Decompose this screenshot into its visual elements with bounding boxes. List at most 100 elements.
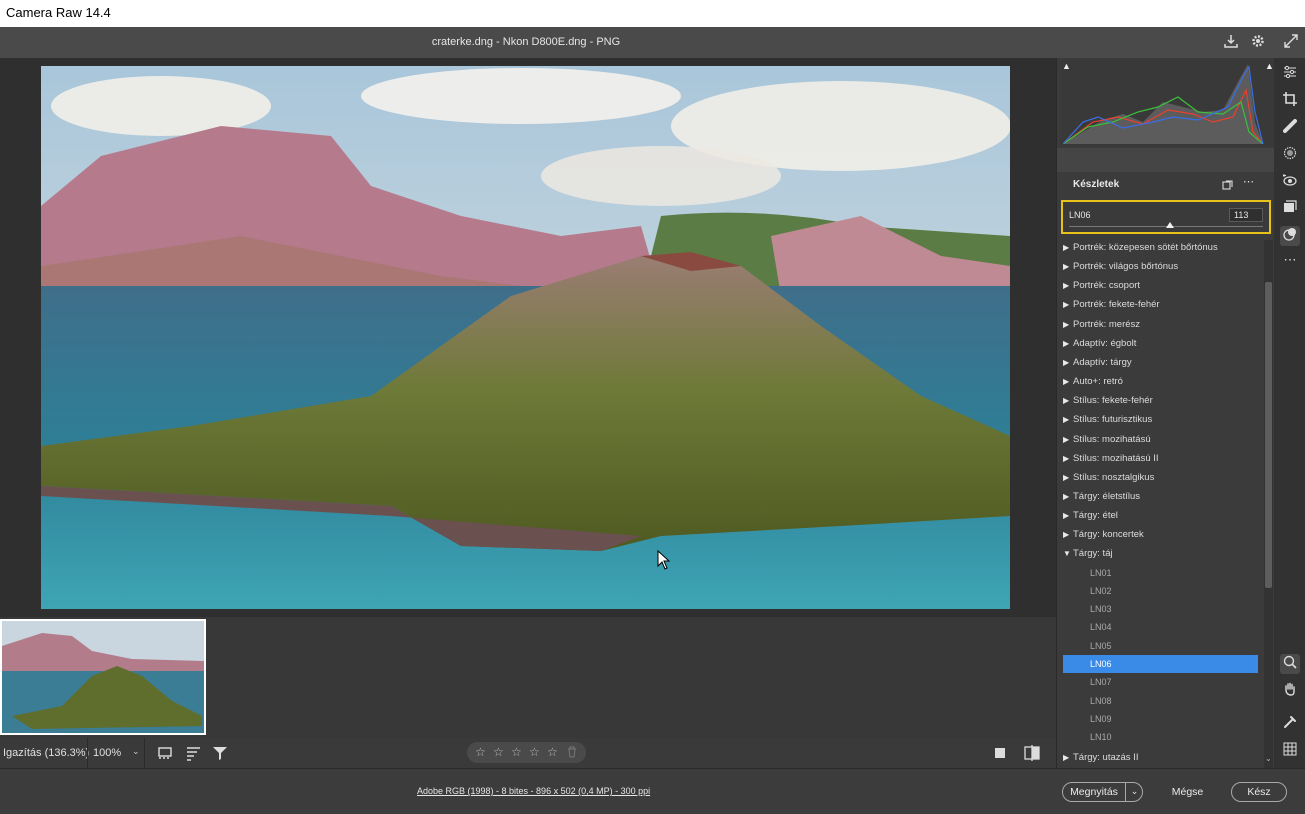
triangle-right-icon[interactable]: ▶ <box>1063 525 1073 544</box>
preset-group-item[interactable]: ▶ Stílus: mozihatású <box>1063 430 1259 449</box>
preset-group-item[interactable]: ▶ Adaptív: égbolt <box>1063 334 1259 353</box>
cancel-button[interactable]: Mégse <box>1160 786 1215 798</box>
edit-sliders-icon[interactable] <box>1280 64 1300 84</box>
crop-icon[interactable] <box>1280 91 1300 111</box>
preset-group-label: Stílus: futurisztikus <box>1073 414 1153 426</box>
preset-group-item[interactable]: ▶ Portrék: világos bőrtónus <box>1063 257 1259 276</box>
save-icon[interactable] <box>1222 33 1240 51</box>
filter-icon[interactable] <box>212 745 228 764</box>
preset-group-label: Stílus: nosztalgikus <box>1073 471 1155 483</box>
triangle-right-icon[interactable]: ▶ <box>1063 410 1073 429</box>
preset-item[interactable]: LN01 <box>1063 564 1258 582</box>
preset-group-item[interactable]: ▶ Portrék: közepesen sötét bőrtónus <box>1063 238 1259 257</box>
preset-group-item[interactable]: ▶ Stílus: mozihatású II <box>1063 449 1259 468</box>
heal-icon[interactable] <box>1280 118 1300 138</box>
preset-item[interactable]: LN03 <box>1063 600 1258 618</box>
triangle-right-icon[interactable]: ▶ <box>1063 372 1073 391</box>
zoom-select[interactable]: 100% <box>93 747 121 759</box>
rating-star-3[interactable]: ☆ <box>511 745 522 759</box>
zoom-icon[interactable] <box>1280 654 1300 674</box>
triangle-right-icon[interactable]: ▶ <box>1063 353 1073 372</box>
color-sampler-icon[interactable] <box>1280 714 1300 734</box>
triangle-right-icon[interactable]: ▶ <box>1063 257 1073 276</box>
triangle-right-icon[interactable]: ▶ <box>1063 430 1073 449</box>
triangle-right-icon[interactable]: ▶ <box>1063 506 1073 525</box>
rating-star-1[interactable]: ☆ <box>475 745 486 759</box>
triangle-right-icon[interactable]: ▶ <box>1063 315 1073 334</box>
triangle-right-icon[interactable]: ▶ <box>1063 276 1073 295</box>
preset-group-item[interactable]: ▶ Auto+: retró <box>1063 372 1259 391</box>
workflow-options-link[interactable]: Adobe RGB (1998) - 8 bites - 896 x 502 (… <box>417 786 650 796</box>
preset-group-item[interactable]: ▶ Stílus: futurisztikus <box>1063 410 1259 429</box>
scrollbar-thumb[interactable] <box>1265 282 1272 588</box>
photo-preview[interactable] <box>41 66 1010 609</box>
rating-star-4[interactable]: ☆ <box>529 745 540 759</box>
preset-item[interactable]: LN06 <box>1063 655 1258 674</box>
done-button[interactable]: Kész <box>1231 782 1287 802</box>
preset-item[interactable]: LN10 <box>1063 728 1258 746</box>
grid-icon[interactable] <box>1280 741 1300 761</box>
preset-item[interactable]: LN05 <box>1063 637 1258 655</box>
preset-group-item[interactable]: ▶ Tárgy: életstílus <box>1063 487 1259 506</box>
hand-icon[interactable] <box>1280 681 1300 701</box>
single-view-icon[interactable] <box>993 746 1007 763</box>
triangle-right-icon[interactable]: ▶ <box>1063 295 1073 314</box>
snapshots-icon[interactable] <box>1280 199 1300 219</box>
triangle-right-icon[interactable]: ▶ <box>1063 391 1073 410</box>
preset-group-item[interactable]: ▼ Tárgy: táj <box>1063 544 1259 563</box>
chevron-down-icon[interactable]: ⌄ <box>1126 782 1143 800</box>
amount-slider-thumb[interactable] <box>1165 222 1174 228</box>
preset-group-item[interactable]: ▶ Stílus: nosztalgikus <box>1063 468 1259 487</box>
rating-star-5[interactable]: ☆ <box>547 745 558 759</box>
red-eye-icon[interactable] <box>1280 172 1300 192</box>
scroll-down-icon[interactable]: ⌄ <box>1265 754 1272 763</box>
preset-item[interactable]: LN07 <box>1063 673 1258 691</box>
triangle-right-icon[interactable]: ▶ <box>1063 449 1073 468</box>
preset-group-label: Portrék: világos bőrtónus <box>1073 261 1179 273</box>
preset-group-item[interactable]: ▶ Adaptív: tárgy <box>1063 353 1259 372</box>
preset-group-item[interactable]: ▶ Portrék: fekete-fehér <box>1063 295 1259 314</box>
triangle-right-icon[interactable]: ▶ <box>1063 748 1073 767</box>
preset-group-label: Portrék: csoport <box>1073 280 1141 292</box>
section-title: Készletek <box>1073 179 1120 190</box>
triangle-right-icon[interactable]: ▶ <box>1063 334 1073 353</box>
fullscreen-icon[interactable] <box>1282 33 1300 51</box>
presets-header[interactable]: Készletek ⋯ <box>1057 172 1275 198</box>
trash-icon[interactable] <box>567 746 577 761</box>
preset-item[interactable]: LN08 <box>1063 692 1258 710</box>
preset-item[interactable]: LN04 <box>1063 618 1258 636</box>
compare-view-icon[interactable] <box>1024 745 1040 764</box>
preset-scrollbar[interactable]: ⌄ <box>1264 240 1273 768</box>
gear-icon[interactable] <box>1249 33 1267 51</box>
filmstrip-view-icon[interactable] <box>158 745 174 764</box>
presets-icon[interactable] <box>1280 226 1300 246</box>
chevron-down-icon[interactable]: ⌄ <box>132 746 140 757</box>
sort-icon[interactable] <box>186 745 202 764</box>
preset-group-label: Stílus: mozihatású <box>1073 433 1151 445</box>
preset-group-item[interactable]: ▶ Tárgy: étel <box>1063 506 1259 525</box>
triangle-down-icon[interactable]: ▼ <box>1063 544 1073 563</box>
mask-icon[interactable] <box>1280 145 1300 165</box>
open-button[interactable]: Megnyitás <box>1063 783 1125 801</box>
rating-bar: ☆ ☆ ☆ ☆ ☆ <box>467 742 586 763</box>
more-options-icon[interactable]: ⋯ <box>1243 175 1254 188</box>
amount-value-field[interactable]: 113 <box>1229 208 1263 222</box>
triangle-right-icon[interactable]: ▶ <box>1063 238 1073 257</box>
triangle-right-icon[interactable]: ▶ <box>1063 487 1073 506</box>
preset-group-item[interactable]: ▶ Portrék: csoport <box>1063 276 1259 295</box>
preset-group-item[interactable]: ▶ Tárgy: utazás II <box>1063 748 1259 767</box>
preset-item[interactable]: LN02 <box>1063 582 1258 600</box>
triangle-right-icon[interactable]: ▶ <box>1063 468 1073 487</box>
preset-group-item[interactable]: ▶ Portrék: merész <box>1063 315 1259 334</box>
preset-group-item[interactable]: ▶ Stílus: fekete-fehér <box>1063 391 1259 410</box>
image-canvas[interactable] <box>0 58 1056 617</box>
preset-group-item[interactable]: ▶ Tárgy: koncertek <box>1063 525 1259 544</box>
rating-star-2[interactable]: ☆ <box>493 745 504 759</box>
fit-zoom-label[interactable]: Igazítás (136.3%) <box>3 747 89 759</box>
new-preset-icon[interactable] <box>1222 178 1233 196</box>
preset-item[interactable]: LN09 <box>1063 710 1258 728</box>
more-icon[interactable]: ⋯ <box>1280 250 1300 270</box>
preset-group-label: Tárgy: táj <box>1073 548 1113 560</box>
thumbnail[interactable] <box>0 619 206 735</box>
footer-bar: Adobe RGB (1998) - 8 bites - 896 x 502 (… <box>0 768 1305 814</box>
